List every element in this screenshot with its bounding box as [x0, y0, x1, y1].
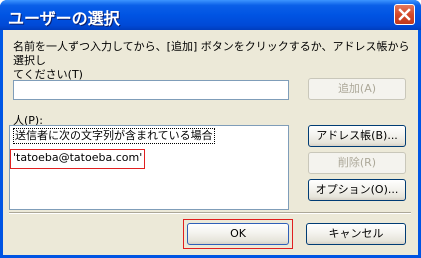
select-users-dialog: ユーザーの選択 名前を一人ずつ入力してから、[追加] ボタンをクリックするか、ア…: [0, 0, 421, 258]
separator: [9, 212, 411, 214]
add-button[interactable]: 追加(A): [308, 78, 406, 100]
delete-button[interactable]: 削除(R): [308, 152, 406, 174]
email-highlight-box: [10, 149, 145, 169]
name-input[interactable]: [13, 80, 289, 100]
title-bar[interactable]: ユーザーの選択: [0, 0, 421, 30]
address-book-button[interactable]: アドレス帳(B)...: [308, 125, 406, 147]
close-button[interactable]: [394, 4, 415, 25]
close-icon: [398, 8, 411, 21]
ok-highlight-box: [183, 219, 293, 249]
window-title: ユーザーの選択: [8, 9, 120, 28]
instructions-line-1: 名前を一人ずつ入力してから、[追加] ボタンをクリックするか、アドレス帳から選択…: [13, 40, 410, 67]
instructions-text: 名前を一人ずつ入力してから、[追加] ボタンをクリックするか、アドレス帳から選択…: [13, 40, 413, 82]
cancel-button[interactable]: キャンセル: [306, 223, 406, 245]
list-item-condition[interactable]: 送信者に次の文字列が含まれている場合: [13, 128, 215, 144]
options-button[interactable]: オプション(O)...: [308, 179, 406, 201]
dialog-body: 名前を一人ずつ入力してから、[追加] ボタンをクリックするか、アドレス帳から選択…: [3, 30, 418, 255]
